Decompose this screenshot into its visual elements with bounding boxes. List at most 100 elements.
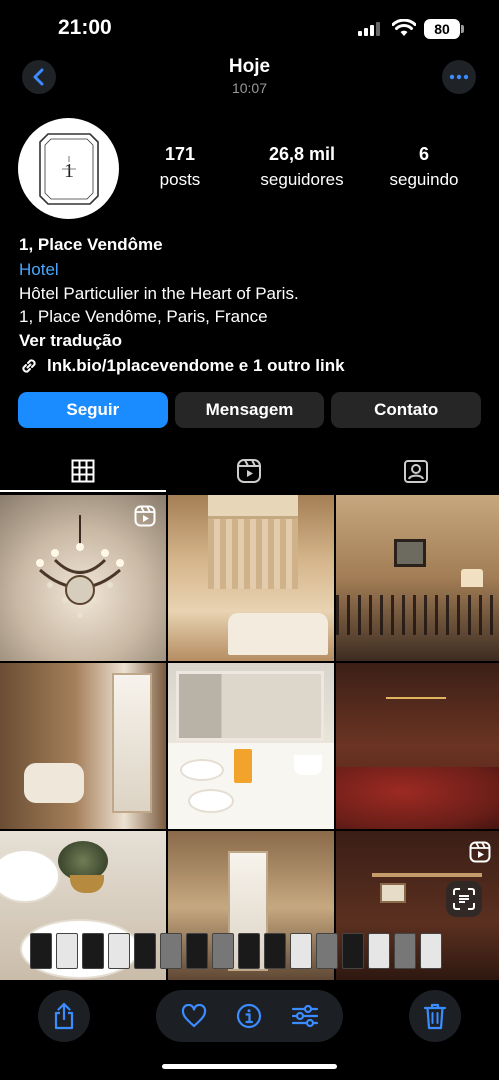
ellipsis-icon [449, 74, 469, 80]
following-count: 6 [418, 144, 429, 164]
thumbnail[interactable] [368, 933, 390, 969]
post-staircase-hall[interactable] [336, 495, 499, 661]
profile-actions: Seguir Mensagem Contato [18, 392, 482, 428]
avatar[interactable]: 1 [18, 118, 119, 219]
following-stat[interactable]: 6 seguindo [380, 144, 468, 190]
thumbnail[interactable] [420, 933, 442, 969]
status-bar: 21:00 80 [0, 0, 499, 56]
thumbnail[interactable] [134, 933, 156, 969]
painting-graphic [394, 539, 426, 567]
link-icon [22, 359, 36, 373]
posts-label: posts [159, 170, 201, 189]
thumbnail[interactable] [108, 933, 130, 969]
post-breakfast-window[interactable] [168, 663, 334, 829]
thumbnail[interactable] [394, 933, 416, 969]
bowl-graphic [70, 875, 104, 893]
post-grid [0, 495, 499, 980]
thumbnail[interactable] [212, 933, 234, 969]
live-text-button[interactable] [446, 881, 482, 917]
chandelier-graphic [36, 515, 124, 618]
translate-link[interactable]: Ver tradução [19, 329, 489, 353]
thumbnail[interactable] [30, 933, 52, 969]
bio-address: 1, Place Vendôme, Paris, France [19, 307, 268, 326]
profile-bio: 1, Place Vendôme Hotel Hôtel Particulier… [19, 234, 489, 378]
carpet-graphic [336, 767, 499, 829]
bio-line: Hôtel Particulier in the Heart of Paris. [19, 283, 299, 303]
pillow-graphic [24, 763, 84, 803]
heart-icon[interactable] [181, 1004, 207, 1028]
trash-icon [423, 1003, 447, 1030]
grid-icon [71, 459, 95, 483]
coffee-cup-graphic [294, 755, 322, 775]
followers-count: 26,8 mil [268, 144, 336, 164]
adjust-icon[interactable] [291, 1004, 319, 1028]
photo-actions-group [156, 990, 343, 1042]
delete-button[interactable] [409, 990, 461, 1042]
scan-text-icon [453, 888, 475, 910]
hotel-logo-icon: 1 [38, 132, 99, 205]
message-button[interactable]: Mensagem [174, 392, 325, 428]
reel-badge-icon [134, 505, 156, 527]
wifi-icon [392, 19, 416, 36]
frame-graphic [380, 883, 406, 903]
external-link-text: lnk.bio/1placevendome e 1 outro link [47, 356, 345, 375]
thumbnail[interactable] [186, 933, 208, 969]
tab-reels[interactable] [166, 448, 332, 494]
photo-toolbar [0, 980, 499, 1080]
external-link[interactable]: lnk.bio/1placevendome e 1 outro link [19, 354, 489, 378]
more-options-button[interactable] [442, 60, 476, 94]
thumbnail[interactable] [316, 933, 338, 969]
reels-icon [237, 459, 262, 483]
status-time: 21:00 [58, 16, 112, 39]
tab-grid[interactable] [0, 448, 166, 494]
thumbnail[interactable] [56, 933, 78, 969]
contact-button[interactable]: Contato [331, 392, 482, 428]
window-view-graphic [176, 671, 324, 741]
content-tabs [0, 448, 499, 494]
shelf-graphic [372, 873, 482, 877]
photo-thumbnail-strip[interactable] [30, 930, 470, 972]
lamp-graphic [461, 569, 483, 587]
profile-name: 1, Place Vendôme [19, 235, 163, 254]
post-curtained-room[interactable] [0, 663, 166, 829]
thumbnail[interactable] [290, 933, 312, 969]
posts-stat[interactable]: 171 posts [140, 144, 220, 190]
share-icon [54, 1002, 74, 1030]
bed-graphic [228, 613, 328, 655]
railing-graphic [336, 595, 499, 635]
thumbnail[interactable] [238, 933, 260, 969]
following-label: seguindo [389, 170, 459, 189]
post-chandelier-ceiling[interactable] [0, 495, 166, 661]
share-button[interactable] [38, 990, 90, 1042]
thumbnail[interactable] [82, 933, 104, 969]
bed-canopy-graphic [208, 495, 298, 620]
thumbnail[interactable] [264, 933, 286, 969]
home-indicator[interactable] [162, 1064, 337, 1069]
profile-category[interactable]: Hotel [19, 258, 489, 282]
cellular-signal-icon [358, 22, 380, 36]
posts-count: 171 [164, 144, 196, 164]
page-subtitle: 10:07 [231, 80, 268, 96]
chandelier-graphic [386, 671, 446, 699]
followers-stat[interactable]: 26,8 mil seguidores [244, 144, 360, 190]
plate-graphic [180, 759, 224, 781]
battery-tip [461, 25, 464, 33]
juice-glass-graphic [234, 749, 252, 783]
battery-indicator: 80 [424, 19, 460, 39]
post-salon-lounge[interactable] [336, 663, 499, 829]
post-canopy-bedroom[interactable] [168, 495, 334, 661]
thumbnail[interactable] [160, 933, 182, 969]
tagged-icon [403, 460, 428, 483]
follow-button[interactable]: Seguir [18, 392, 168, 428]
active-tab-indicator [0, 490, 166, 492]
svg-text:1: 1 [64, 160, 74, 182]
plate-graphic [0, 849, 60, 903]
thumbnail[interactable] [342, 933, 364, 969]
page-title: Hoje [228, 56, 271, 77]
reel-badge-icon [469, 841, 491, 863]
window-graphic [112, 673, 152, 813]
followers-label: seguidores [260, 170, 344, 189]
tab-tagged[interactable] [333, 448, 499, 494]
plate-graphic [188, 789, 234, 813]
info-icon[interactable] [236, 1003, 262, 1029]
